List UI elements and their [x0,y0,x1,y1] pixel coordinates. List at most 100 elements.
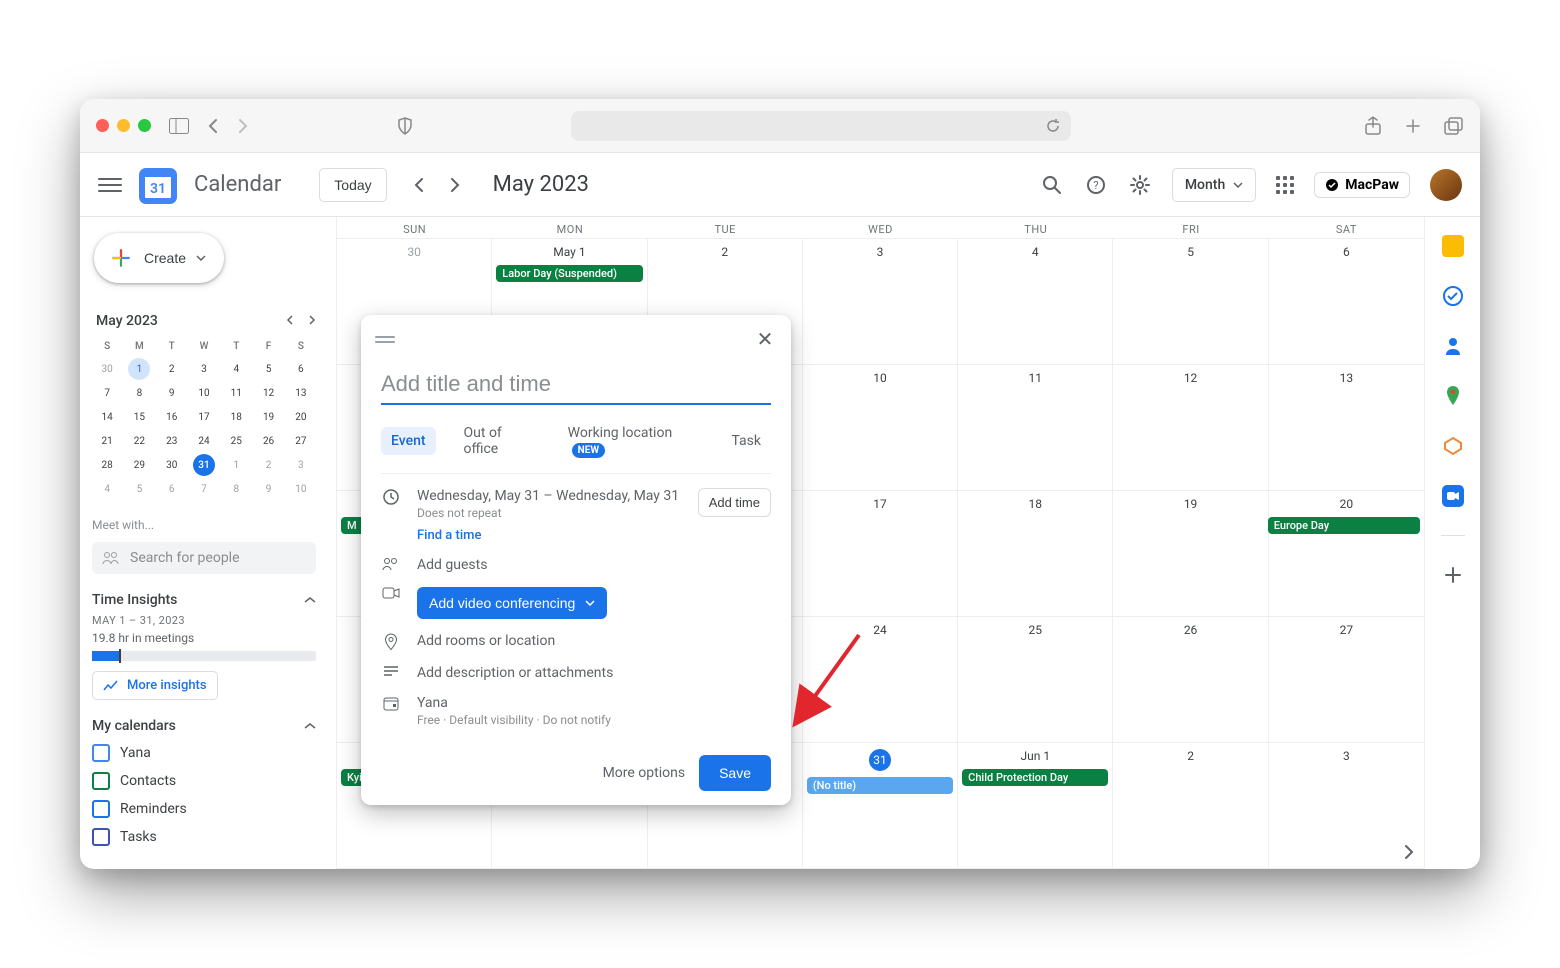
drag-handle-icon[interactable] [375,336,395,343]
prev-month-icon[interactable] [403,169,435,201]
mini-cal-day[interactable]: 6 [161,478,183,500]
reload-icon[interactable] [1045,118,1061,134]
calendar-list-item[interactable]: Contacts [92,772,316,790]
create-button[interactable]: Create [94,233,224,283]
mini-cal-day[interactable]: 6 [290,358,312,380]
day-cell[interactable]: 3 [1269,743,1424,868]
tabs-icon[interactable] [1444,116,1464,136]
minimize-window-icon[interactable] [117,119,130,132]
day-cell[interactable]: 25 [958,617,1113,742]
mini-cal-day[interactable]: 25 [225,430,247,452]
help-icon[interactable]: ? [1084,173,1108,197]
day-cell[interactable]: 3 [803,239,958,364]
mini-cal-day[interactable]: 28 [96,454,118,476]
back-icon[interactable] [207,118,219,134]
calendar-list-item[interactable]: Tasks [92,828,316,846]
mini-cal-day[interactable]: 14 [96,406,118,428]
next-month-icon[interactable] [439,169,471,201]
add-time-button[interactable]: Add time [698,488,771,517]
mini-cal-day[interactable]: 9 [161,382,183,404]
mini-cal-day[interactable]: 7 [96,382,118,404]
day-cell[interactable]: 17 [803,491,958,616]
my-calendars-header[interactable]: My calendars [92,718,316,734]
day-cell[interactable]: 11 [958,365,1113,490]
month-view[interactable]: SUNMONTUEWEDTHUFRISAT 30May 1Labor Day (… [337,217,1424,869]
avatar[interactable] [1430,169,1462,201]
forward-icon[interactable] [237,118,249,134]
maps-rail-icon[interactable] [1442,385,1464,407]
keep-icon[interactable] [1442,235,1464,257]
mini-cal-day[interactable]: 2 [258,454,280,476]
mini-cal-day[interactable]: 16 [161,406,183,428]
mini-cal-day[interactable]: 10 [290,478,312,500]
mini-cal-day[interactable]: 3 [193,358,215,380]
more-insights-button[interactable]: More insights [92,671,218,700]
new-tab-icon[interactable] [1404,116,1422,136]
show-side-panel-icon[interactable] [1404,844,1414,863]
event-date-line[interactable]: Wednesday, May 31 – Wednesday, May 31 [417,488,682,504]
event-chip[interactable]: Europe Day [1268,517,1420,534]
event-chip[interactable]: (No title) [807,777,953,794]
more-options-button[interactable]: More options [603,765,686,781]
mini-cal-day[interactable]: 11 [225,382,247,404]
add-description-input[interactable]: Add description or attachments [417,665,771,681]
day-cell[interactable]: 27 [1269,617,1424,742]
tab-event[interactable]: Event [381,427,436,455]
mini-cal-day[interactable]: 3 [290,454,312,476]
mini-cal-day[interactable]: 1 [225,454,247,476]
mini-cal-day[interactable]: 15 [128,406,150,428]
mini-cal-day[interactable]: 7 [193,478,215,500]
mini-cal-day[interactable]: 8 [128,382,150,404]
day-cell[interactable]: 20Europe Day [1269,491,1424,616]
day-cell[interactable]: 4 [958,239,1113,364]
org-badge[interactable]: MacPaw [1314,172,1410,198]
address-bar[interactable] [571,111,1071,141]
view-select[interactable]: Month [1172,168,1256,202]
mini-cal-day[interactable]: 5 [128,478,150,500]
shield-icon[interactable] [397,117,413,135]
mini-cal-day[interactable]: 31 [193,454,215,476]
mini-cal-day[interactable]: 10 [193,382,215,404]
mini-cal-next-icon[interactable] [308,315,316,328]
day-cell[interactable]: 13 [1269,365,1424,490]
day-cell[interactable]: 24 [803,617,958,742]
mini-cal-day[interactable]: 30 [161,454,183,476]
day-cell[interactable]: 5 [1113,239,1268,364]
mini-cal-day[interactable]: 5 [258,358,280,380]
gear-icon[interactable] [1128,173,1152,197]
mini-cal-day[interactable]: 19 [258,406,280,428]
search-icon[interactable] [1040,173,1064,197]
day-cell[interactable]: 31(No title) [803,743,958,868]
mini-cal-prev-icon[interactable] [286,315,294,328]
day-cell[interactable]: 10 [803,365,958,490]
day-cell[interactable]: 2 [1113,743,1268,868]
event-chip[interactable]: Labor Day (Suspended) [496,265,642,282]
apps-icon[interactable] [1276,176,1294,194]
window-controls[interactable] [96,119,151,132]
mini-cal-day[interactable]: 12 [258,382,280,404]
share-icon[interactable] [1364,116,1382,136]
close-icon[interactable]: ✕ [751,325,779,353]
add-addon-icon[interactable] [1442,564,1464,586]
tab-working-location[interactable]: Working location NEW [558,419,704,463]
checkbox[interactable] [92,772,110,790]
checkbox[interactable] [92,800,110,818]
sidebar-toggle-icon[interactable] [169,118,189,134]
calendar-list-item[interactable]: Reminders [92,800,316,818]
addon-icon[interactable] [1442,435,1464,457]
maximize-window-icon[interactable] [138,119,151,132]
mini-cal-day[interactable]: 24 [193,430,215,452]
mini-cal-day[interactable]: 4 [225,358,247,380]
menu-icon[interactable] [98,173,122,197]
mini-cal-day[interactable]: 13 [290,382,312,404]
mini-cal-day[interactable]: 21 [96,430,118,452]
mini-cal-day[interactable]: 4 [96,478,118,500]
mini-cal-day[interactable]: 22 [128,430,150,452]
mini-cal-day[interactable]: 23 [161,430,183,452]
tab-out-of-office[interactable]: Out of office [454,419,540,463]
checkbox[interactable] [92,828,110,846]
mini-cal-day[interactable]: 26 [258,430,280,452]
day-cell[interactable]: 6 [1269,239,1424,364]
calendar-list-item[interactable]: Yana [92,744,316,762]
calendar-owner-name[interactable]: Yana [417,695,771,711]
